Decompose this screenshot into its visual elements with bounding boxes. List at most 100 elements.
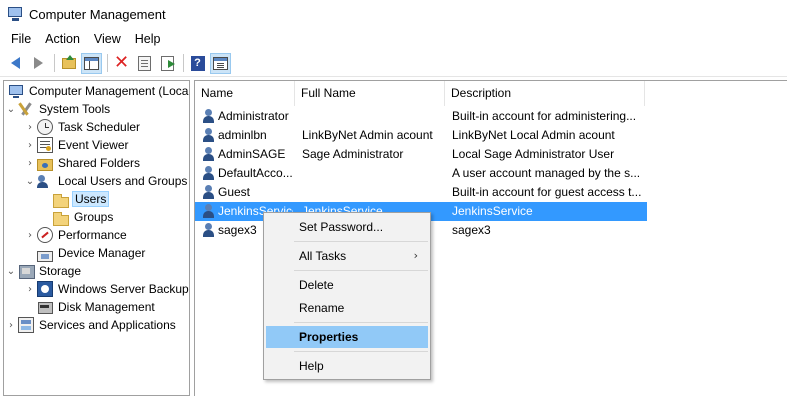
column-header-full-name[interactable]: Full Name	[295, 81, 445, 106]
column-header-description[interactable]: Description	[445, 81, 645, 106]
delete-button[interactable]: ✕	[111, 53, 132, 74]
tree-label: Device Manager	[58, 246, 146, 260]
tree-label: Task Scheduler	[58, 120, 141, 134]
chevron-right-icon[interactable]: ›	[6, 316, 16, 334]
tree-item-device-manager[interactable]: Device Manager	[35, 244, 147, 262]
chevron-right-icon[interactable]: ›	[25, 118, 35, 136]
tree-item-disk-management[interactable]: Disk Management	[35, 298, 157, 316]
tree-item-shared-folders[interactable]: › Shared Folders	[25, 154, 142, 172]
cell-name: Administrator	[218, 109, 289, 123]
table-row[interactable]: DefaultAcco... A user account managed by…	[195, 164, 647, 183]
user-icon	[201, 165, 217, 181]
backup-icon	[37, 281, 53, 297]
folder-icon	[53, 211, 69, 226]
table-row[interactable]: adminlbn LinkByNet Admin acount LinkByNe…	[195, 126, 647, 145]
tree-label: Windows Server Backup	[58, 282, 189, 296]
export-list-button[interactable]	[157, 53, 178, 74]
tree-label: Disk Management	[58, 300, 155, 314]
forward-button[interactable]	[28, 53, 49, 74]
cell-description: JenkinsService	[452, 204, 533, 218]
table-row[interactable]: Guest Built-in account for guest access …	[195, 183, 647, 202]
cell-name: Guest	[218, 185, 251, 199]
cell-full-name	[302, 107, 447, 126]
back-button[interactable]	[5, 53, 26, 74]
show-action-pane-icon	[213, 56, 228, 70]
export-list-icon	[161, 55, 175, 71]
menu-item-set-password[interactable]: Set Password...	[266, 216, 428, 238]
console-tree[interactable]: Computer Management (Local ⌄ System Tool…	[3, 80, 190, 396]
menu-action[interactable]: Action	[38, 29, 87, 49]
menu-item-rename[interactable]: Rename	[266, 297, 428, 319]
cell-name: adminlbn	[218, 128, 267, 142]
menu-item-help[interactable]: Help	[266, 355, 428, 377]
tree-label: Users	[72, 191, 110, 207]
tree-label: Storage	[39, 264, 82, 278]
toolbar-separator	[54, 54, 55, 72]
properties-icon	[138, 55, 151, 71]
menu-separator	[294, 351, 428, 352]
up-one-level-button[interactable]	[58, 53, 79, 74]
tools-icon	[18, 101, 34, 117]
menu-item-delete[interactable]: Delete	[266, 274, 428, 296]
tree-item-services-applications[interactable]: › Services and Applications	[6, 316, 178, 334]
table-row[interactable]: Administrator Built-in account for admin…	[195, 107, 647, 126]
show-hide-action-pane-button[interactable]	[210, 52, 231, 74]
cell-description: LinkByNet Local Admin acount	[452, 128, 615, 142]
window-title: Computer Management	[29, 6, 166, 22]
show-hide-console-tree-button[interactable]	[81, 52, 102, 74]
shared-folder-icon	[37, 159, 53, 171]
clock-icon	[37, 119, 53, 135]
toolbar: ✕ ?	[0, 50, 787, 77]
tree-label: Performance	[58, 228, 127, 242]
context-menu: Set Password... All Tasks › Delete Renam…	[263, 212, 431, 380]
menu-item-properties[interactable]: Properties	[266, 326, 428, 348]
cell-description: Local Sage Administrator User	[452, 147, 615, 161]
cell-description: Built-in account for guest access t...	[452, 185, 642, 199]
user-icon	[201, 127, 217, 143]
help-button[interactable]: ?	[187, 53, 208, 74]
chevron-down-icon[interactable]: ⌄	[6, 262, 16, 280]
tree-item-event-viewer[interactable]: › Event Viewer	[25, 136, 130, 154]
user-icon	[201, 146, 217, 162]
menu-file[interactable]: File	[4, 29, 38, 49]
title-bar: Computer Management	[0, 0, 787, 28]
properties-button[interactable]	[134, 53, 155, 74]
chevron-right-icon[interactable]: ›	[25, 226, 35, 244]
table-row[interactable]: AdminSAGE Sage Administrator Local Sage …	[195, 145, 647, 164]
tree-item-windows-server-backup[interactable]: › Windows Server Backup	[25, 280, 189, 298]
cell-name: DefaultAcco...	[218, 166, 293, 180]
cell-description: Built-in account for administering...	[452, 109, 637, 123]
storage-icon	[18, 263, 35, 279]
tree-item-task-scheduler[interactable]: › Task Scheduler	[25, 118, 142, 136]
menu-help[interactable]: Help	[128, 29, 168, 49]
chevron-right-icon[interactable]: ›	[25, 154, 35, 172]
tree-label: Computer Management (Local	[29, 84, 190, 98]
chevron-down-icon[interactable]: ⌄	[6, 100, 16, 118]
tree-item-computer-management[interactable]: Computer Management (Local	[6, 82, 190, 100]
list-header: Name Full Name Description	[195, 81, 787, 106]
users-icon	[37, 173, 53, 189]
computer-icon	[8, 83, 24, 99]
show-console-tree-icon	[84, 56, 99, 70]
toolbar-separator	[107, 54, 108, 72]
tree-item-storage[interactable]: ⌄ Storage	[6, 262, 83, 280]
column-header-name[interactable]: Name	[195, 81, 295, 106]
menu-view[interactable]: View	[87, 29, 128, 49]
tree-item-system-tools[interactable]: ⌄ System Tools	[6, 100, 112, 118]
menu-item-label: All Tasks	[299, 249, 347, 263]
menu-separator	[294, 270, 428, 271]
tree-item-groups[interactable]: Groups	[51, 208, 115, 226]
user-icon	[201, 184, 217, 200]
disk-icon	[37, 299, 53, 315]
tree-item-performance[interactable]: › Performance	[25, 226, 129, 244]
tree-item-users[interactable]: Users	[51, 190, 110, 208]
menu-item-all-tasks[interactable]: All Tasks ›	[266, 245, 428, 267]
toolbar-separator	[183, 54, 184, 72]
chevron-right-icon[interactable]: ›	[25, 280, 35, 298]
chevron-right-icon[interactable]: ›	[25, 136, 35, 154]
tree-item-local-users-groups[interactable]: ⌄ Local Users and Groups	[25, 172, 189, 190]
chevron-down-icon[interactable]: ⌄	[25, 172, 35, 190]
user-icon	[201, 203, 217, 219]
user-icon	[201, 108, 217, 124]
tree-label: Services and Applications	[39, 318, 176, 332]
